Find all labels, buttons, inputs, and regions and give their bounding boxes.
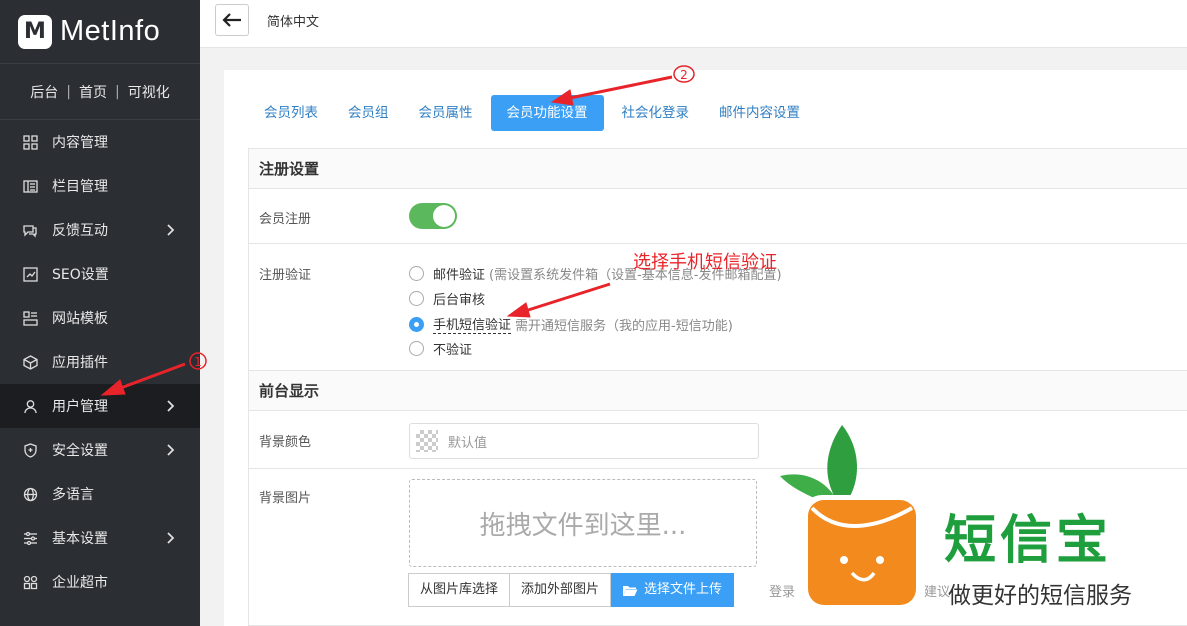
sidebar-item-content[interactable]: 内容管理 <box>0 120 200 164</box>
add-external-image-button[interactable]: 添加外部图片 <box>510 573 612 607</box>
toggle-knob <box>433 205 455 227</box>
language-label[interactable]: 简体中文 <box>267 11 319 30</box>
member-register-toggle[interactable] <box>409 203 457 229</box>
sidebar: M MetInfo 后台 | 首页 | 可视化 内容管理 栏目管理 反馈互动 S… <box>0 0 200 626</box>
sliders-icon <box>22 530 38 546</box>
file-dropzone[interactable]: 拖拽文件到这里... <box>409 479 757 567</box>
sidebar-item-language[interactable]: 多语言 <box>0 472 200 516</box>
top-links: 后台 | 首页 | 可视化 <box>0 64 200 120</box>
folder-open-icon <box>623 585 638 596</box>
tab-member-function-settings[interactable]: 会员功能设置 <box>490 95 604 131</box>
tab-member-attributes[interactable]: 会员属性 <box>407 95 485 131</box>
sidebar-item-label: 用户管理 <box>52 399 108 415</box>
sidebar-item-users[interactable]: 用户管理 <box>0 384 200 428</box>
sidebar-item-label: 基本设置 <box>52 531 108 547</box>
bg-color-input[interactable]: 默认值 <box>409 423 759 459</box>
link-home[interactable]: 首页 <box>79 82 107 102</box>
radio-button[interactable] <box>409 266 424 281</box>
seo-icon <box>22 266 38 282</box>
bg-image-label: 背景图片 <box>259 491 312 506</box>
divider: | <box>115 83 120 100</box>
section-title-register: 注册设置 <box>249 149 1187 189</box>
watermark-subtitle: 做更好的短信服务 <box>948 583 1132 609</box>
sidebar-item-label: 安全设置 <box>52 443 108 459</box>
chevron-right-icon <box>167 532 175 544</box>
sidebar-item-label: SEO设置 <box>52 267 109 283</box>
member-register-label: 会员注册 <box>259 212 312 227</box>
back-button[interactable] <box>215 4 249 36</box>
radio-button[interactable] <box>409 341 424 356</box>
sidebar-item-seo[interactable]: SEO设置 <box>0 252 200 296</box>
cube-icon <box>22 354 38 370</box>
sidebar-item-columns[interactable]: 栏目管理 <box>0 164 200 208</box>
radio-sms-verify[interactable]: 手机短信验证 需开通短信服务（我的应用-短信功能) <box>409 314 733 334</box>
tab-bar: 会员列表 会员组 会员属性 会员功能设置 社会化登录 邮件内容设置 <box>252 95 818 131</box>
row-member-register: 会员注册 <box>249 189 1187 244</box>
tab-member-list[interactable]: 会员列表 <box>252 95 330 131</box>
columns-icon <box>22 178 38 194</box>
logo-icon: M <box>18 14 52 49</box>
arrow-left-icon <box>222 13 241 27</box>
sidebar-item-security[interactable]: 安全设置 <box>0 428 200 472</box>
link-backend[interactable]: 后台 <box>30 82 58 102</box>
chevron-right-icon <box>167 444 175 456</box>
annotation-select-sms: 选择手机短信验证 <box>633 252 777 273</box>
sidebar-item-label: 反馈互动 <box>52 223 108 239</box>
radio-label: 手机短信验证 <box>433 314 512 334</box>
radio-button[interactable] <box>409 291 424 306</box>
upload-file-button[interactable]: 选择文件上传 <box>611 573 735 607</box>
bg-color-value: 默认值 <box>448 435 488 451</box>
sidebar-item-label: 内容管理 <box>52 135 108 151</box>
sidebar-item-shop[interactable]: 企业超市 <box>0 560 200 604</box>
radio-label: 后台审核 <box>433 293 486 308</box>
tab-social-login[interactable]: 社会化登录 <box>610 95 702 131</box>
shield-icon <box>22 442 38 458</box>
upload-button-group: 从图片库选择 添加外部图片 选择文件上传 <box>408 573 735 607</box>
radio-no-verify[interactable]: 不验证 <box>409 339 472 358</box>
select-from-library-button[interactable]: 从图片库选择 <box>408 573 511 607</box>
grid-icon <box>22 134 38 150</box>
sidebar-item-label: 网站模板 <box>52 311 108 327</box>
logo[interactable]: M MetInfo <box>0 0 200 64</box>
sidebar-item-feedback[interactable]: 反馈互动 <box>0 208 200 252</box>
top-bar: 简体中文 <box>200 0 1187 48</box>
sidebar-item-label: 多语言 <box>52 487 94 503</box>
upload-button-label: 选择文件上传 <box>644 582 723 597</box>
sidebar-item-label: 应用插件 <box>52 355 108 371</box>
smsbao-logo-icon <box>780 425 920 610</box>
tab-email-content[interactable]: 邮件内容设置 <box>707 95 812 131</box>
radio-label: 不验证 <box>433 343 473 358</box>
globe-icon <box>22 486 38 502</box>
sidebar-item-template[interactable]: 网站模板 <box>0 296 200 340</box>
sidebar-item-plugins[interactable]: 应用插件 <box>0 340 200 384</box>
user-icon <box>22 398 38 414</box>
shop-icon <box>22 574 38 590</box>
sidebar-item-label: 栏目管理 <box>52 179 108 195</box>
logo-letter: M <box>24 19 46 44</box>
divider: | <box>66 83 71 100</box>
link-visual[interactable]: 可视化 <box>128 82 170 102</box>
tab-member-group[interactable]: 会员组 <box>336 95 401 131</box>
radio-hint: 需开通短信服务（我的应用-短信功能) <box>515 318 733 334</box>
brand-name: MetInfo <box>60 15 161 47</box>
radio-button[interactable] <box>409 316 424 332</box>
watermark-title: 短信宝 <box>944 511 1113 571</box>
chevron-right-icon <box>167 224 175 236</box>
register-verify-label: 注册验证 <box>259 268 312 283</box>
sidebar-item-label: 企业超市 <box>52 575 108 591</box>
chat-icon <box>22 222 38 238</box>
row-bg-color: 背景颜色 默认值 <box>249 411 1187 469</box>
transparent-swatch-icon <box>416 430 438 452</box>
template-icon <box>22 310 38 326</box>
bg-color-label: 背景颜色 <box>259 435 312 450</box>
radio-label: 邮件验证 <box>433 268 486 283</box>
chevron-right-icon <box>167 400 175 412</box>
sidebar-item-basic[interactable]: 基本设置 <box>0 516 200 560</box>
section-title-front: 前台显示 <box>249 371 1187 411</box>
radio-backend-review[interactable]: 后台审核 <box>409 289 485 308</box>
